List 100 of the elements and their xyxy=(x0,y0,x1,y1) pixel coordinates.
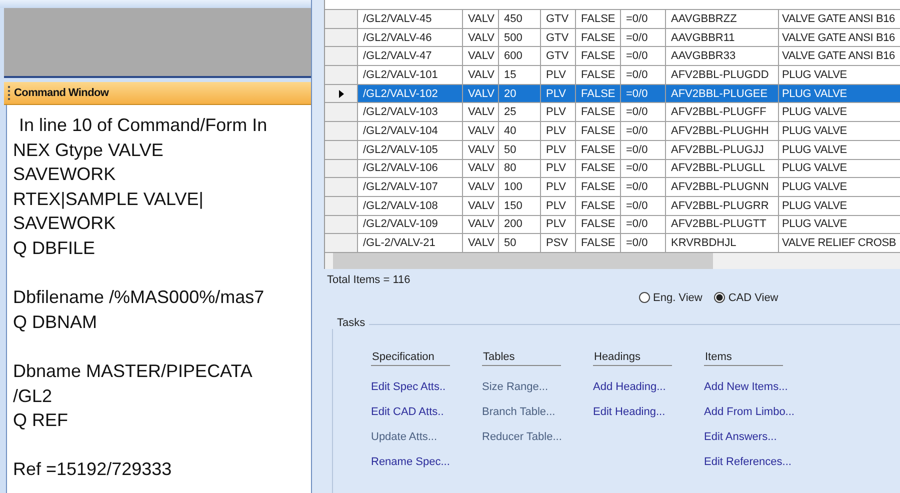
table-cell: /GL2/VALV-45 xyxy=(358,10,463,28)
table-cell: AFV2BBL-PLUGFF xyxy=(666,103,779,122)
table-cell: AAVGBBR33 xyxy=(666,47,779,66)
table-cell-text: PLUG VALVE xyxy=(781,124,848,139)
table-cell-text: PLUG VALVE xyxy=(781,68,848,83)
output-line: Q REF xyxy=(13,409,68,432)
table-cell: =0/0 xyxy=(621,234,666,252)
output-line: SAVEWORK xyxy=(13,212,116,236)
table-cell: =0/0 xyxy=(621,103,666,122)
table-cell: GTV xyxy=(541,28,576,46)
table-cell: 150 xyxy=(499,196,541,215)
table-cell: VALV xyxy=(463,47,499,66)
table-cell: AFV2BBL-PLUGDD xyxy=(666,66,779,84)
panel-title: Command Window xyxy=(14,87,109,99)
table-cell: =0/0 xyxy=(621,196,666,215)
table-cell: VALV xyxy=(463,122,499,140)
output-line: Q DBFILE xyxy=(13,236,96,260)
table-cell: AAVGBBRZZ xyxy=(666,10,779,28)
task-link[interactable]: Edit References... xyxy=(704,450,792,475)
row-header[interactable] xyxy=(325,84,358,102)
table-cell: 40 xyxy=(499,122,541,140)
table-cell: 15 xyxy=(499,66,541,84)
table-cell: AAVGBBR11 xyxy=(666,28,779,46)
table-cell: VALV xyxy=(463,216,499,234)
table-cell: AFV2BBL-PLUGRR xyxy=(666,196,779,215)
table-cell: 50 xyxy=(499,140,541,158)
task-link[interactable]: Add New Items... xyxy=(704,374,788,400)
current-row-icon xyxy=(338,90,344,98)
table-cell: FALSE xyxy=(576,140,621,158)
table-cell: FALSE xyxy=(576,216,621,234)
task-link[interactable]: Add Heading... xyxy=(593,374,666,400)
table-cell: 20 xyxy=(499,84,541,102)
table-cell: PLV xyxy=(541,122,576,140)
table-cell: FALSE xyxy=(576,84,621,102)
table-cell: /GL2/VALV-102 xyxy=(358,84,463,102)
table-cell: /GL2/VALV-47 xyxy=(358,47,463,66)
table-cell: PLUG VALVE xyxy=(779,84,900,102)
table-cell: FALSE xyxy=(576,47,621,66)
table-cell: FALSE xyxy=(576,28,621,46)
table-cell: =0/0 xyxy=(621,28,666,46)
table-cell: 200 xyxy=(499,216,541,234)
radio-button[interactable] xyxy=(714,292,726,304)
task-link[interactable]: Edit Heading... xyxy=(593,400,666,425)
table-cell: =0/0 xyxy=(621,66,666,84)
view-radio[interactable]: CAD View xyxy=(714,292,778,304)
output-line: NEX Gtype VALVE xyxy=(13,138,164,162)
table-cell: /GL2/VALV-108 xyxy=(358,196,463,215)
table-cell-text: PLUG VALVE xyxy=(781,161,848,176)
table-cell: /GL2/VALV-105 xyxy=(358,140,463,158)
table-cell: VALV xyxy=(463,10,499,28)
table-cell: /GL2/VALV-106 xyxy=(358,160,463,178)
table-cell: 50 xyxy=(499,234,541,252)
table-cell: VALV xyxy=(463,234,499,252)
table-cell: /GL-2/VALV-21 xyxy=(358,234,463,252)
table-cell: AFV2BBL-PLUGLL xyxy=(666,160,779,178)
table-cell: =0/0 xyxy=(621,178,666,196)
output-line: In line 10 of Command/Form In xyxy=(18,114,268,137)
task-link[interactable]: Edit Spec Atts.. xyxy=(371,374,446,400)
task-link[interactable]: Rename Spec... xyxy=(371,450,450,475)
table-cell: FALSE xyxy=(576,122,621,140)
table-cell: =0/0 xyxy=(621,47,666,66)
output-line: Dbfilename /%MAS000%/mas7 xyxy=(13,286,264,310)
table-cell: FALSE xyxy=(576,234,621,252)
table-cell: =0/0 xyxy=(621,216,666,234)
table-cell: /GL2/VALV-107 xyxy=(358,178,463,196)
table-cell-text: VALVE GATE ANSI B16 xyxy=(781,30,896,46)
table-cell: /GL2/VALV-103 xyxy=(358,103,463,122)
table-cell-text: PLUG VALVE xyxy=(781,142,848,158)
horizontal-scrollbar[interactable] xyxy=(325,252,900,269)
table-cell: VALV xyxy=(463,140,499,158)
task-link[interactable]: Edit Answers... xyxy=(704,424,777,450)
table-cell: =0/0 xyxy=(621,160,666,178)
table-cell: GTV xyxy=(541,47,576,66)
table-cell: /GL2/VALV-46 xyxy=(358,28,463,46)
output-line: /GL2 xyxy=(13,384,52,408)
table-cell: PLV xyxy=(541,216,576,234)
task-link[interactable]: Edit CAD Atts.. xyxy=(371,400,444,425)
table-cell: AFV2BBL-PLUGJJ xyxy=(666,140,779,158)
table-cell: VALV xyxy=(463,28,499,46)
table-cell: =0/0 xyxy=(621,122,666,140)
table-cell-text: PLUG VALVE xyxy=(781,198,848,214)
table-cell: FALSE xyxy=(576,103,621,122)
table-cell-text: PLUG VALVE xyxy=(781,180,848,196)
task-link[interactable]: Add From Limbo... xyxy=(704,400,794,425)
table-cell: PLV xyxy=(541,140,576,158)
table-cell: AFV2BBL-PLUGEE xyxy=(666,84,779,102)
radio-label: Eng. View xyxy=(653,292,702,304)
table-cell: VALV xyxy=(463,66,499,84)
output-line: Ref =15192/729333 xyxy=(13,458,172,482)
table-cell: VALV xyxy=(463,178,499,196)
table-cell: VALV xyxy=(463,103,499,122)
table-cell: FALSE xyxy=(576,66,621,84)
column-heading: Headings xyxy=(593,350,672,366)
total-items-label: Total Items = 116 xyxy=(327,274,412,286)
table-cell: /GL2/VALV-101 xyxy=(358,66,463,84)
radio-button[interactable] xyxy=(639,292,650,304)
table-cell-text: VALVE GATE ANSI B16 xyxy=(781,12,896,27)
table-cell: FALSE xyxy=(576,178,621,196)
view-radio[interactable]: Eng. View xyxy=(639,292,702,304)
table-cell: PLV xyxy=(541,160,576,178)
